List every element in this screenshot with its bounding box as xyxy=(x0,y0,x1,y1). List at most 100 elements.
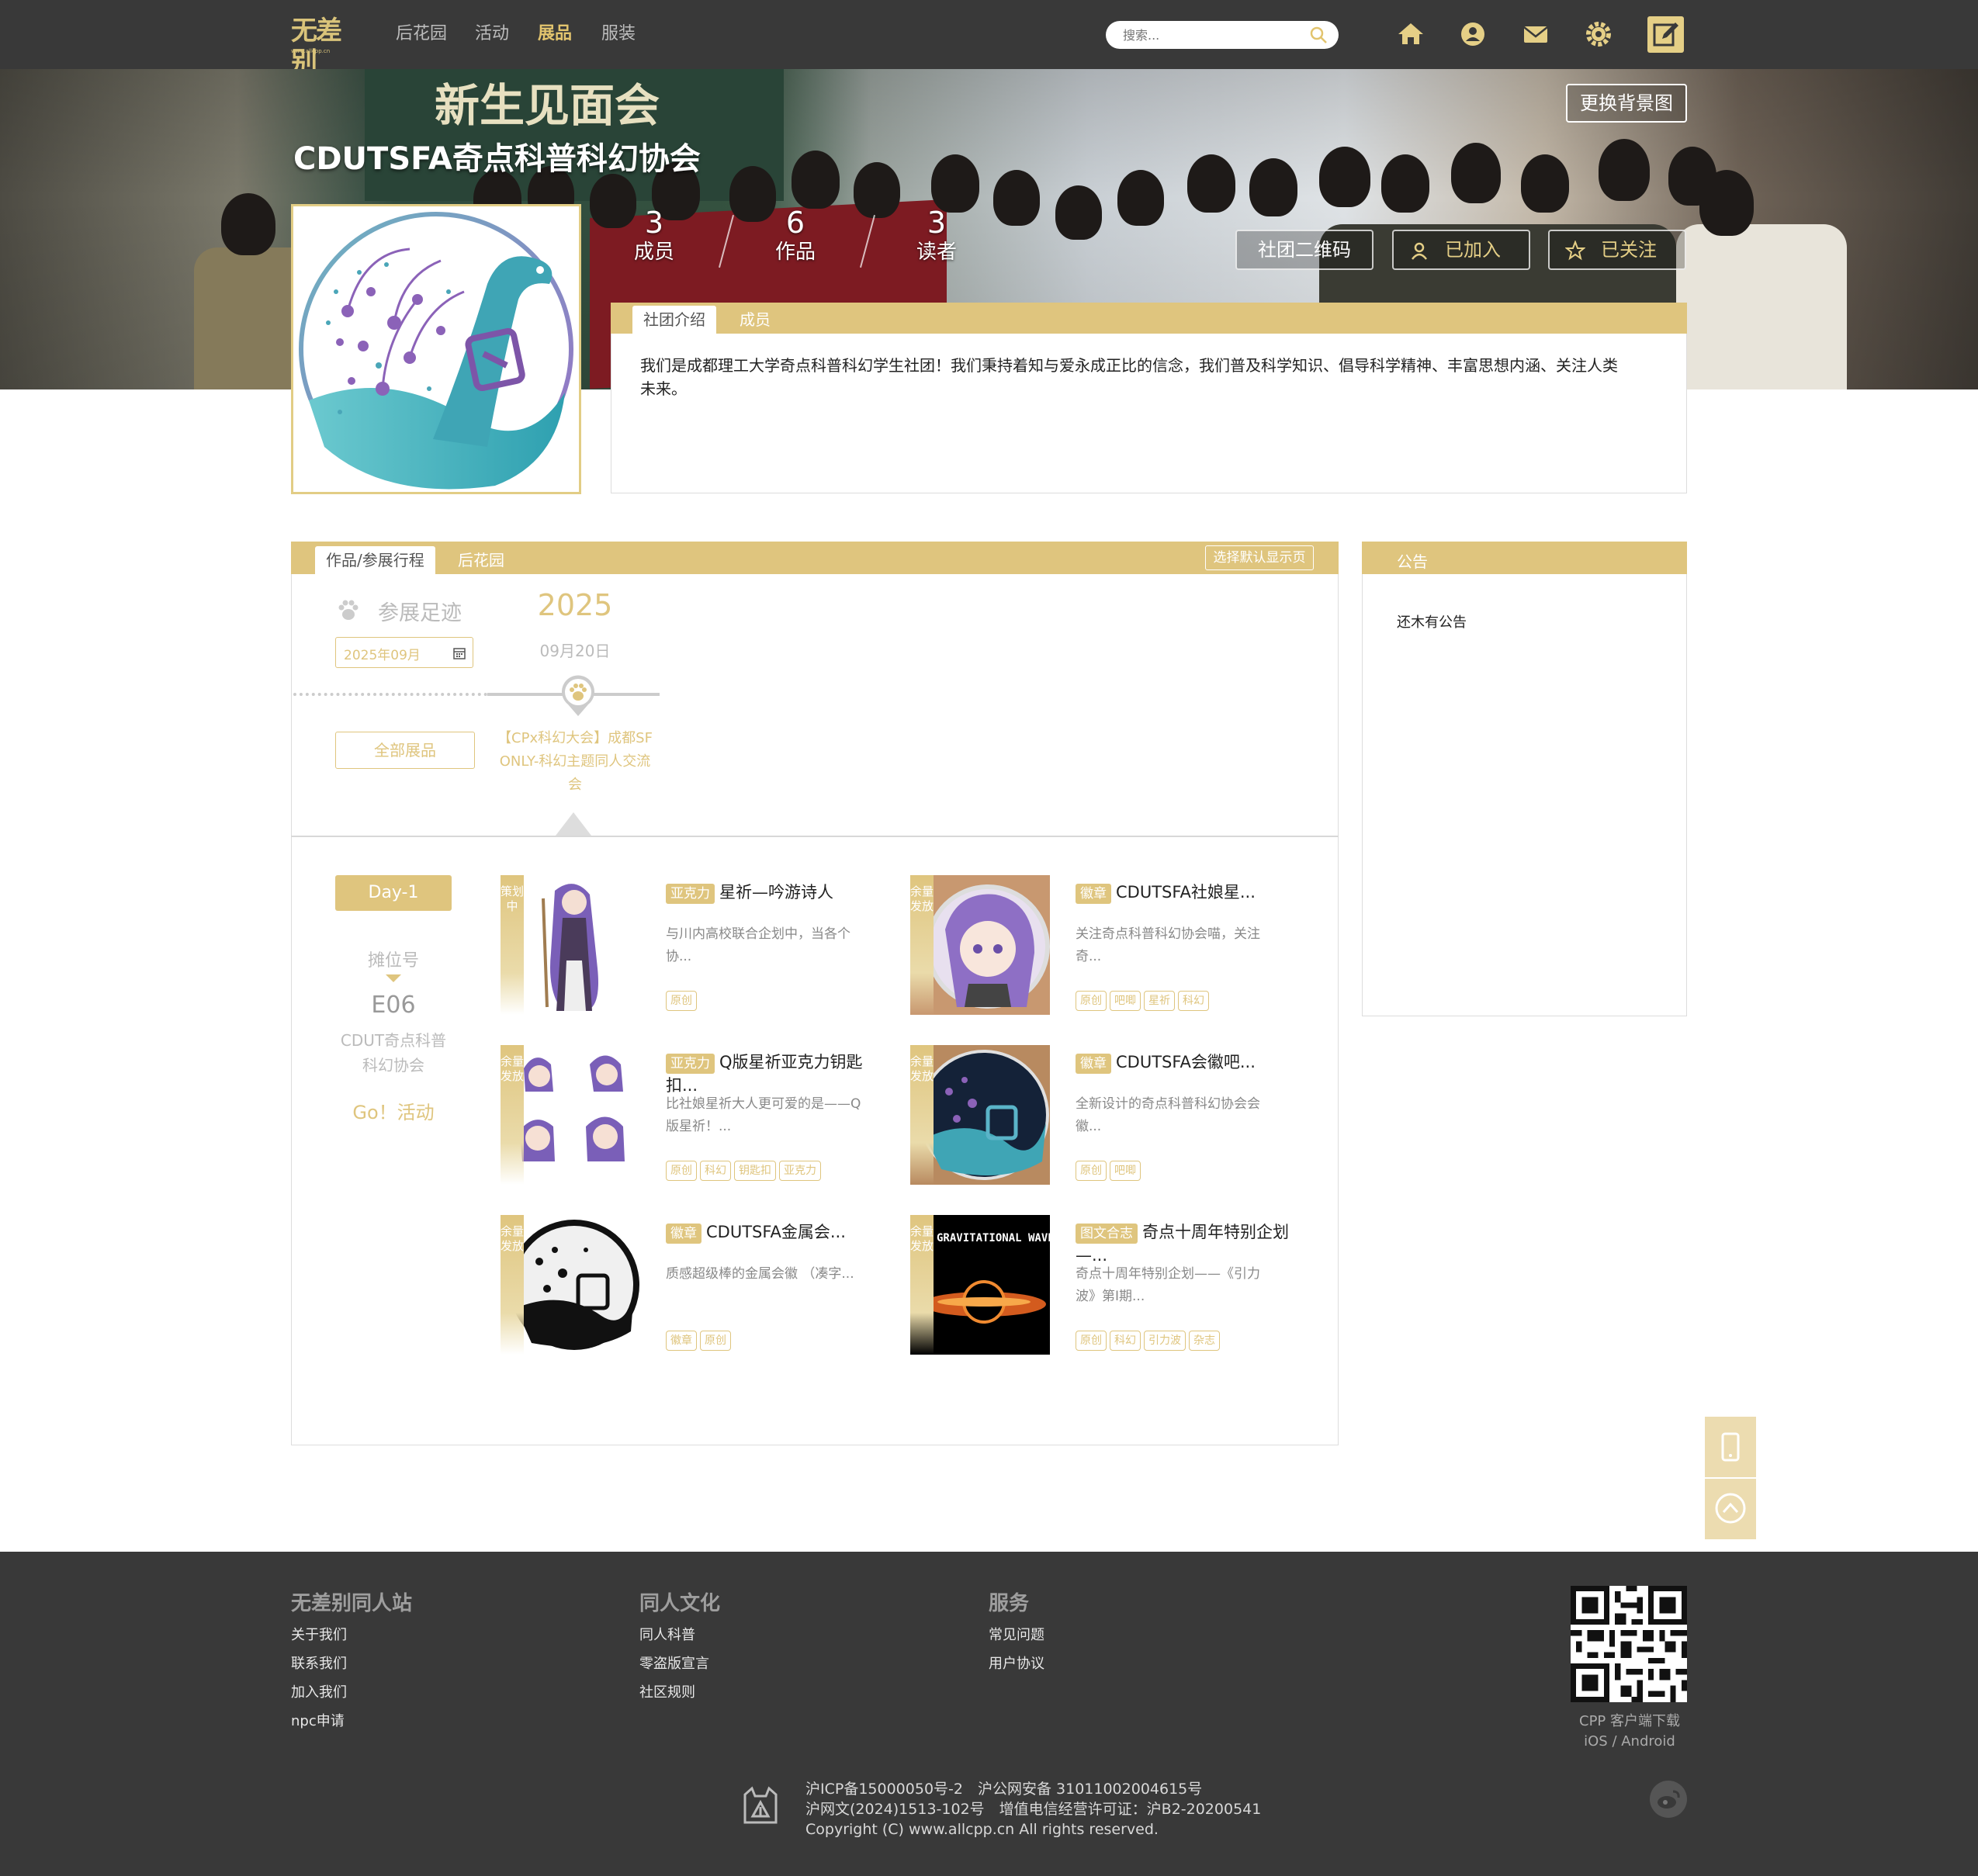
footer-col-title: 同人文化 xyxy=(639,1592,721,1615)
magazine-title: GRAVITATIONAL WAVE xyxy=(937,1232,1050,1244)
footer-link-join[interactable]: 加入我们 xyxy=(291,1681,347,1701)
item-image[interactable]: 策划中 xyxy=(501,875,640,1015)
works-tabs: 作品/参展行程 后花园 xyxy=(291,542,1339,574)
booth-label: 摊位号 xyxy=(367,951,419,971)
item-tags: 原创 科幻 钥匙扣 亚克力 xyxy=(666,1161,824,1184)
item-title[interactable]: 亚克力 Q版星祈亚克力钥匙扣... xyxy=(666,1050,883,1097)
item-tag[interactable]: 科幻 xyxy=(1178,991,1209,1011)
weibo-icon[interactable] xyxy=(1650,1781,1687,1818)
mobile-app-button[interactable] xyxy=(1705,1417,1756,1477)
item-tag[interactable]: 科幻 xyxy=(700,1161,731,1181)
nav-activity[interactable]: 活动 xyxy=(475,20,509,48)
mail-icon[interactable] xyxy=(1520,19,1551,50)
all-items-button[interactable]: 全部展品 xyxy=(335,732,475,769)
month-picker[interactable]: 2025年09月 xyxy=(335,637,473,668)
item-tag[interactable]: 原创 xyxy=(1076,1161,1107,1181)
edit-icon xyxy=(1653,22,1678,47)
footer-link-faq[interactable]: 常见问题 xyxy=(989,1624,1044,1644)
timeline-dots xyxy=(293,693,487,696)
search-icon[interactable] xyxy=(1309,26,1328,44)
club-info-tabs: 社团介绍 成员 xyxy=(611,303,1687,334)
timeline-pin-icon[interactable] xyxy=(559,673,598,717)
tab-members[interactable]: 成员 xyxy=(740,306,771,334)
item-description: 奇点十周年特别企划——《引力波》第I期... xyxy=(1076,1266,1260,1304)
item-tag[interactable]: 星祈 xyxy=(1144,991,1175,1011)
item-tag[interactable]: 原创 xyxy=(1076,991,1107,1011)
change-background-button[interactable]: 更换背景图 xyxy=(1566,84,1687,123)
club-intro-text: 我们是成都理工大学奇点科普科幻学生社团！我们秉持着知与爱永成正比的信念，我们普及… xyxy=(640,356,1618,398)
item-title[interactable]: 亚克力 星祈—吟游诗人 xyxy=(666,881,883,904)
item-tag[interactable]: 原创 xyxy=(666,991,697,1011)
search-box xyxy=(1106,21,1339,49)
item-tag[interactable]: 原创 xyxy=(700,1331,731,1351)
item-tag[interactable]: 钥匙扣 xyxy=(734,1161,776,1181)
item-tag[interactable]: 吧唧 xyxy=(1110,1161,1141,1181)
user-icon[interactable] xyxy=(1457,19,1488,50)
booth-number: E06 xyxy=(371,992,416,1019)
footer-link-rules[interactable]: 社区规则 xyxy=(639,1681,695,1701)
nav-exhibits[interactable]: 展品 xyxy=(538,20,572,48)
club-qrcode-button[interactable]: 社团二维码 xyxy=(1235,230,1374,270)
site-mascot-icon xyxy=(743,1786,778,1824)
arrow-up-icon xyxy=(1715,1493,1746,1524)
item-image[interactable]: 余量发放 xyxy=(501,1215,640,1355)
joined-button[interactable]: 已加入 xyxy=(1392,230,1530,270)
app-download-text: CPP 客户端下载 iOS / Android xyxy=(1579,1713,1680,1750)
footer-link-agreement[interactable]: 用户协议 xyxy=(989,1653,1044,1673)
day-badge[interactable]: Day-1 xyxy=(335,875,452,911)
notice-content: 还木有公告 xyxy=(1397,614,1467,631)
notice-title: 公告 xyxy=(1397,552,1428,571)
search-input[interactable] xyxy=(1123,26,1294,44)
tab-intro[interactable]: 社团介绍 xyxy=(632,306,716,334)
user-icon xyxy=(1412,242,1427,260)
footer-link-doujin[interactable]: 同人科普 xyxy=(639,1624,695,1644)
item-tag[interactable]: 原创 xyxy=(1076,1331,1107,1351)
footer-link-antipiracy[interactable]: 零盗版宣言 xyxy=(639,1653,709,1673)
item-tag[interactable]: 科幻 xyxy=(1110,1331,1141,1351)
item-description: 质感超级棒的金属会徽 （凑字... xyxy=(666,1266,854,1282)
item-image[interactable]: 余量发放 xyxy=(910,1045,1050,1185)
app-qr-code[interactable] xyxy=(1571,1586,1687,1702)
item-tag[interactable]: 杂志 xyxy=(1189,1331,1220,1351)
item-title[interactable]: 徽章 CDUTSFA金属会... xyxy=(666,1220,883,1244)
item-image[interactable]: 余量发放 xyxy=(910,875,1050,1015)
edit-button[interactable] xyxy=(1647,16,1684,53)
home-icon[interactable] xyxy=(1395,19,1426,50)
select-default-page-button[interactable]: 选择默认显示页 xyxy=(1205,545,1314,570)
stat-members[interactable]: 3 成员 xyxy=(608,206,701,265)
paw-icon xyxy=(338,600,359,620)
footer-link-about[interactable]: 关于我们 xyxy=(291,1624,347,1644)
followed-button[interactable]: 已关注 xyxy=(1548,230,1686,270)
footer-link-contact[interactable]: 联系我们 xyxy=(291,1653,347,1673)
item-title[interactable]: 徽章 CDUTSFA会徽吧... xyxy=(1076,1050,1293,1074)
go-activity-link[interactable]: Go！活动 xyxy=(335,1097,452,1124)
stat-readers[interactable]: 3 读者 xyxy=(890,206,983,265)
tab-garden[interactable]: 后花园 xyxy=(458,546,504,574)
item-tags: 原创 科幻 引力波 杂志 xyxy=(1076,1331,1223,1354)
footer-col-title: 服务 xyxy=(989,1592,1030,1615)
item-tag[interactable]: 引力波 xyxy=(1144,1331,1186,1351)
tab-works-schedule[interactable]: 作品/参展行程 xyxy=(315,546,435,574)
item-image[interactable]: 余量发放 xyxy=(501,1045,640,1185)
item-tag[interactable]: 吧唧 xyxy=(1110,991,1141,1011)
item-description: 比社娘星祈大人更可爱的是——Q版星祈！... xyxy=(666,1096,861,1134)
site-logo[interactable]: 无差别 www.allcpp.cn xyxy=(291,16,363,78)
nav-garden[interactable]: 后花园 xyxy=(396,20,447,48)
item-tag[interactable]: 徽章 xyxy=(666,1331,697,1351)
item-title[interactable]: 徽章 CDUTSFA社娘星... xyxy=(1076,881,1293,904)
booth-arrow-icon xyxy=(386,974,401,982)
club-logo-image xyxy=(298,211,574,490)
settings-icon[interactable] xyxy=(1583,19,1614,50)
item-tag[interactable]: 原创 xyxy=(666,1161,697,1181)
exhibition-title-link[interactable]: 【CPx科幻大会】成都SF ONLY-科幻主题同人交流会 xyxy=(494,727,656,797)
stat-works[interactable]: 6 作品 xyxy=(749,206,842,265)
item-image[interactable]: GRAVITATIONAL WAVE 余量发放 xyxy=(910,1215,1050,1355)
footer-link-npc[interactable]: npc申请 xyxy=(291,1710,345,1730)
item-tag[interactable]: 亚克力 xyxy=(779,1161,821,1181)
nav-costume[interactable]: 服装 xyxy=(601,20,636,48)
item-title[interactable]: 图文合志 奇点十周年特别企划—... xyxy=(1076,1220,1293,1267)
item-tags: 原创 吧唧 xyxy=(1076,1161,1144,1184)
back-to-top-button[interactable] xyxy=(1705,1479,1756,1539)
timeline-date: 09月20日 xyxy=(539,642,611,660)
footprint-label: 参展足迹 xyxy=(378,601,462,625)
